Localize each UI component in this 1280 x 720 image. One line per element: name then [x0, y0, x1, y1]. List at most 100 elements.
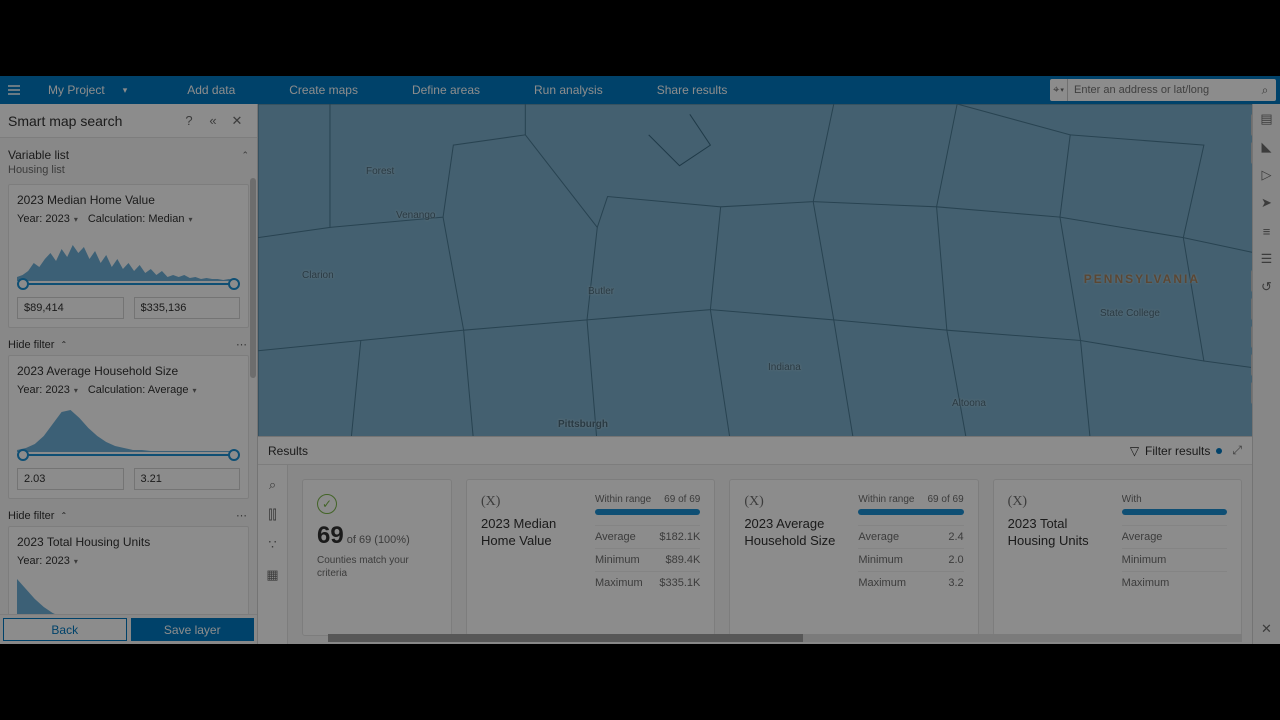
project-name[interactable]: My Project — [48, 83, 105, 97]
within-range-value: 69 of 69 — [664, 494, 700, 505]
range-bar — [858, 509, 963, 515]
pointer-icon[interactable]: ➤ — [1258, 194, 1276, 212]
stat-card-housing-units: (X) 2023 Total Housing Units With Averag… — [993, 479, 1242, 636]
summary-card: ✓ 69 of 69 (100%) Counties match your cr… — [302, 479, 452, 636]
variable-icon: (X) — [744, 494, 844, 510]
stat-title: 2023 Average Household Size — [744, 516, 844, 550]
results-title: Results — [268, 444, 308, 458]
variable-title: 2023 Total Housing Units — [17, 535, 240, 549]
tag-icon[interactable]: ◣ — [1258, 138, 1276, 156]
smart-map-search-panel: Smart map search ? « ✕ Variable list⌃ Ho… — [0, 104, 258, 644]
list-icon[interactable]: ≡ — [1258, 222, 1276, 240]
close-icon[interactable]: ✕ — [225, 109, 249, 133]
map-label-city: Pittsburgh — [558, 419, 608, 430]
chevron-down-icon: ▾ — [188, 215, 192, 224]
address-search: ⌖▾ ⌕ — [1050, 79, 1276, 101]
more-icon[interactable]: ⋯ — [236, 509, 249, 522]
map-label-county: Butler — [588, 286, 614, 297]
variable-card-housing-units: 2023 Total Housing Units Year: 2023▾ — [8, 526, 249, 614]
within-range-label: Within range — [595, 494, 651, 505]
within-range-value: 69 of 69 — [928, 494, 964, 505]
right-tool-strip: ▤ ◣ ▷ ➤ ≡ ☰ ↺ ✕ — [1252, 104, 1280, 644]
range-slider[interactable] — [17, 277, 240, 291]
range-min-input[interactable] — [17, 468, 124, 490]
variable-title: 2023 Median Home Value — [17, 193, 240, 207]
chevron-up-icon: ⌃ — [60, 340, 67, 349]
layers-icon[interactable]: ▤ — [1258, 110, 1276, 128]
variable-icon: (X) — [1008, 494, 1108, 510]
calc-select[interactable]: Calculation: Median▾ — [88, 213, 193, 225]
stat-card-household-size: (X) 2023 Average Household Size Within r… — [729, 479, 978, 636]
chevron-down-icon: ▾ — [74, 557, 78, 566]
filter-results-button[interactable]: ▽ Filter results — [1130, 444, 1223, 458]
variable-card-home-value: 2023 Median Home Value Year: 2023▾ Calcu… — [8, 184, 249, 328]
map-label-county: Venango — [396, 210, 436, 221]
search-icon[interactable]: ⌕ — [1254, 83, 1276, 98]
calc-select[interactable]: Calculation: Average▾ — [88, 384, 197, 396]
stat-title: 2023 Median Home Value — [481, 516, 581, 550]
nav-create-maps[interactable]: Create maps — [289, 83, 358, 97]
histogram — [17, 404, 240, 452]
search-input[interactable] — [1068, 84, 1254, 96]
top-bar: My Project ▾ Add data Create maps Define… — [0, 76, 1280, 104]
variable-list-sub: Housing list — [8, 164, 249, 176]
nav-define-areas[interactable]: Define areas — [412, 83, 480, 97]
collapse-section-icon[interactable]: ⌃ — [241, 150, 249, 161]
nav-share-results[interactable]: Share results — [657, 83, 728, 97]
chevron-down-icon: ▾ — [74, 215, 78, 224]
variable-list-heading: Variable list — [8, 148, 69, 162]
back-button[interactable]: Back — [3, 618, 127, 641]
range-slider[interactable] — [17, 448, 240, 462]
help-icon[interactable]: ? — [177, 109, 201, 133]
range-min-input[interactable] — [17, 297, 124, 319]
more-icon[interactable]: ⋯ — [236, 338, 249, 351]
within-range-label: Within range — [858, 494, 914, 505]
chevron-down-icon[interactable]: ▾ — [123, 85, 128, 96]
histogram — [17, 575, 240, 614]
stat-card-home-value: (X) 2023 Median Home Value Within range 6… — [466, 479, 715, 636]
ruler-icon[interactable]: ▷ — [1258, 166, 1276, 184]
histogram — [17, 233, 240, 281]
map-label-state: PENNSYLVANIA — [1084, 272, 1200, 286]
scrollbar[interactable] — [250, 178, 256, 378]
year-select[interactable]: Year: 2023▾ — [17, 213, 78, 225]
year-select[interactable]: Year: 2023▾ — [17, 384, 78, 396]
horizontal-scrollbar[interactable] — [328, 634, 1242, 642]
range-max-input[interactable] — [134, 297, 241, 319]
chevron-down-icon: ▾ — [193, 386, 197, 395]
range-bar — [595, 509, 700, 515]
map-label-city: Altoona — [952, 398, 986, 409]
hide-filter-toggle[interactable]: Hide filter⌃⋯ — [8, 338, 249, 351]
variable-title: 2023 Average Household Size — [17, 364, 240, 378]
nav-run-analysis[interactable]: Run analysis — [534, 83, 603, 97]
map-label-county: Forest — [366, 166, 394, 177]
tab-scatter-icon[interactable]: ∵ — [268, 537, 276, 553]
reset-icon[interactable]: ↺ — [1258, 278, 1276, 296]
chevron-up-icon: ⌃ — [60, 511, 67, 520]
menu-button[interactable] — [0, 76, 28, 104]
range-max-input[interactable] — [134, 468, 241, 490]
map-label-county: Indiana — [768, 362, 801, 373]
range-bar — [1122, 509, 1227, 515]
tab-chart-icon[interactable]: ⫿⫿ — [268, 507, 276, 523]
map-label-city: State College — [1100, 308, 1160, 319]
hide-filter-toggle[interactable]: Hide filter⌃⋯ — [8, 509, 249, 522]
tab-magnify-icon[interactable]: ⌕ — [269, 477, 276, 493]
close-strip-icon[interactable]: ✕ — [1258, 620, 1276, 638]
pin-icon[interactable]: ⌖▾ — [1050, 79, 1068, 101]
collapse-icon[interactable]: « — [201, 109, 225, 133]
expand-panel-icon[interactable]: ⤢ — [1232, 443, 1242, 458]
summary-desc: Counties match your criteria — [317, 554, 437, 580]
check-icon: ✓ — [317, 494, 337, 514]
within-range-label: With — [1122, 494, 1142, 505]
chevron-down-icon: ▾ — [74, 386, 78, 395]
summary-count: 69 — [317, 522, 344, 549]
year-select[interactable]: Year: 2023▾ — [17, 555, 78, 567]
results-panel: Results ▽ Filter results ⤢ ⌕ ⫿⫿ ∵ ▦ ✓ 69… — [258, 436, 1252, 644]
legend-icon[interactable]: ☰ — [1258, 250, 1276, 268]
nav-add-data[interactable]: Add data — [187, 83, 235, 97]
save-layer-button[interactable]: Save layer — [131, 618, 255, 641]
tab-table-icon[interactable]: ▦ — [266, 567, 278, 583]
stat-title: 2023 Total Housing Units — [1008, 516, 1108, 550]
variable-icon: (X) — [481, 494, 581, 510]
